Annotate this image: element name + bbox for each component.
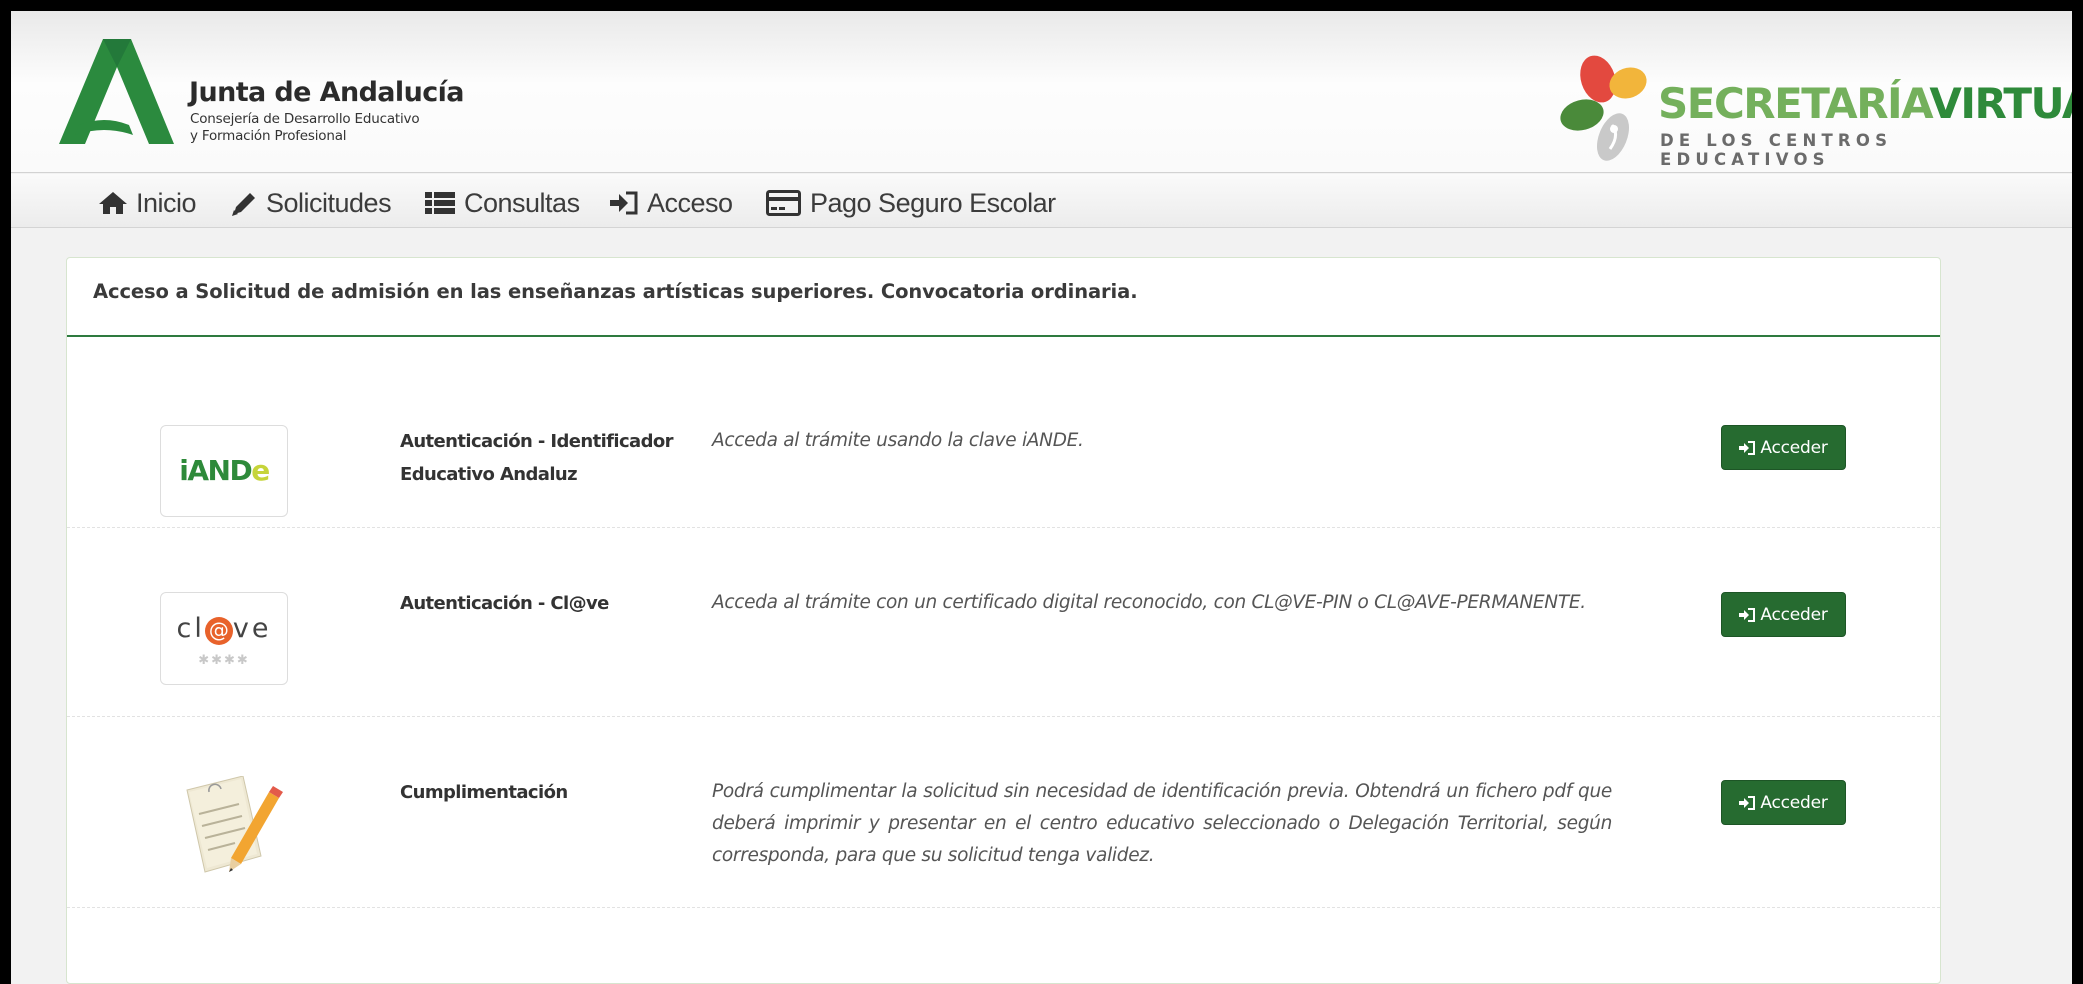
clave-logo: cl @ ve ✱✱✱✱: [160, 592, 288, 685]
access-panel: Acceso a Solicitud de admisión en las en…: [66, 257, 1941, 984]
brand-subtitle-line2: y Formación Profesional: [190, 128, 347, 144]
nav-item-label: Pago Seguro Escolar: [810, 187, 1056, 218]
list-icon: [425, 192, 455, 214]
method-description: Acceda al trámite usando la clave iANDE.: [712, 430, 1084, 451]
method-description: Podrá cumplimentar la solicitud sin nece…: [712, 781, 1612, 866]
brand-title: Junta de Andalucía: [189, 77, 464, 108]
secretaria-virtual-logo-icon: [1560, 55, 1647, 161]
nav-item-inicio[interactable]: Inicio: [98, 187, 197, 218]
nav-item-pago-seguro-escolar[interactable]: Pago Seguro Escolar: [766, 188, 1056, 218]
junta-andalucia-logo-icon: [59, 39, 174, 144]
home-icon: [99, 192, 127, 214]
acceder-button-cumplimentacion[interactable]: Acceder: [1721, 780, 1846, 825]
app-title-part2: VIRTUAL: [1929, 79, 2072, 128]
form-pencil-icon: [186, 776, 283, 873]
nav-item-label: Inicio: [136, 187, 197, 218]
acceder-button-clave[interactable]: Acceder: [1721, 592, 1846, 637]
list-item-cumplimentacion: Cumplimentación Podrá cumplimentar la so…: [67, 718, 1940, 908]
nav-item-label: Solicitudes: [266, 187, 392, 218]
sign-in-icon: [1739, 795, 1756, 810]
app-title: SECRETARÍAVIRTUAL: [1658, 79, 2072, 129]
button-label: Acceder: [1760, 437, 1828, 458]
iande-logo-text: iANDe: [179, 454, 270, 487]
list-item-iande: iANDe Autenticación - Identificador Educ…: [67, 339, 1940, 528]
app-title-part1: SECRETARÍA: [1658, 79, 1931, 128]
nav-item-label: Acceso: [647, 187, 733, 218]
brand-subtitle-line1: Consejería de Desarrollo Educativo: [190, 111, 420, 127]
sign-in-icon: [1739, 607, 1756, 622]
credit-card-icon: [766, 190, 801, 216]
acceder-button-iande[interactable]: Acceder: [1721, 425, 1846, 470]
iande-logo: iANDe: [160, 425, 288, 517]
site-header: Junta de Andalucía Consejería de Desarro…: [11, 11, 2072, 173]
list-item-clave: cl @ ve ✱✱✱✱ Autenticación - Cl@ve Acceda …: [67, 529, 1940, 717]
main-navbar: Inicio Solicitudes Consultas Acceso Pago…: [11, 174, 2072, 228]
clave-logo-stars: ✱✱✱✱: [198, 653, 250, 668]
panel-heading: Acceso a Solicitud de admisión en las en…: [67, 258, 1940, 337]
method-description: Acceda al trámite con un certificado dig…: [712, 592, 1586, 613]
button-label: Acceder: [1760, 604, 1828, 625]
method-name: Autenticación - Identificador Educativo …: [400, 431, 674, 485]
nav-item-solicitudes[interactable]: Solicitudes: [230, 187, 392, 218]
method-name: Cumplimentación: [400, 782, 568, 803]
pencil-icon: [232, 193, 255, 216]
nav-item-label: Consultas: [464, 187, 580, 218]
sign-in-icon: [1739, 440, 1756, 455]
nav-item-acceso[interactable]: Acceso: [609, 188, 733, 218]
app-subtitle: DE LOS CENTROS EDUCATIVOS: [1660, 131, 1893, 169]
nav-item-consultas[interactable]: Consultas: [424, 188, 580, 218]
page-frame: Junta de Andalucía Consejería de Desarro…: [11, 11, 2072, 984]
clave-logo-text: cl @ ve: [176, 613, 272, 645]
method-name: Autenticación - Cl@ve: [400, 593, 609, 614]
sign-in-icon: [610, 191, 638, 215]
button-label: Acceder: [1760, 792, 1828, 813]
panel-title: Acceso a Solicitud de admisión en las en…: [93, 280, 1138, 303]
